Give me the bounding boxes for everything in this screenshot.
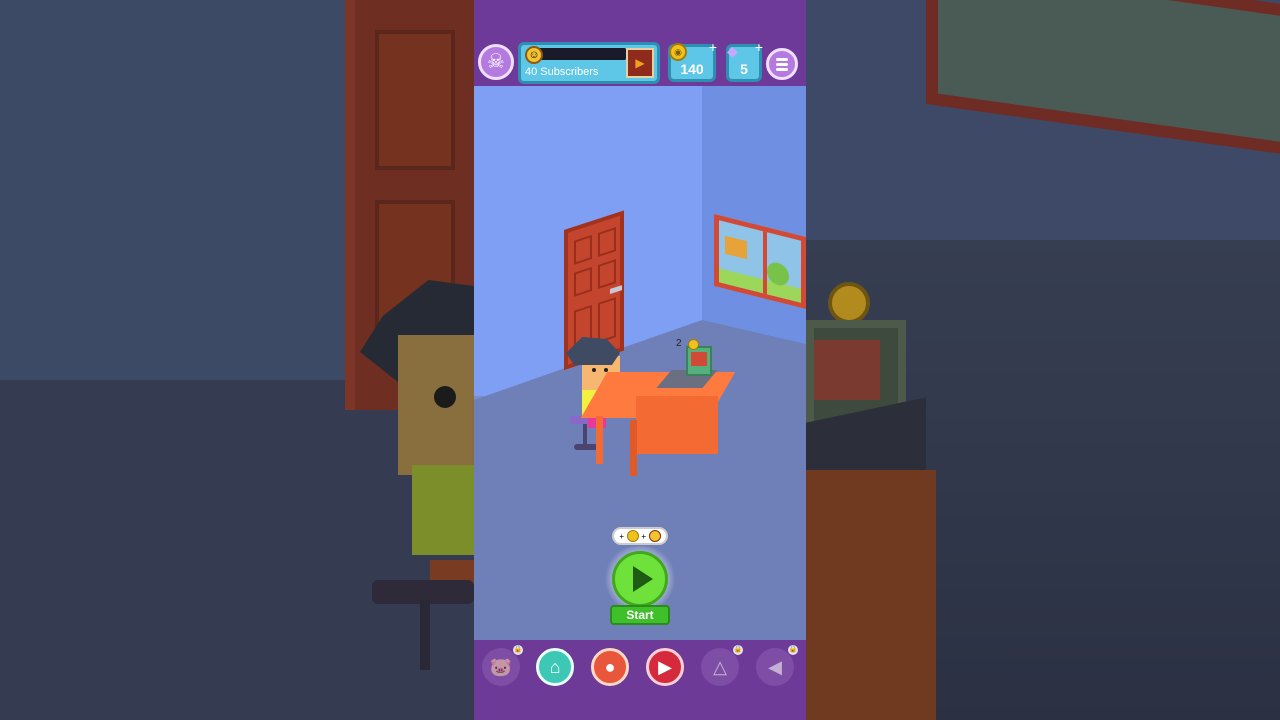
subscribers-panel[interactable]: ☺ 40 Subscribers ▶ xyxy=(518,42,660,84)
add-coins-icon[interactable]: + xyxy=(707,40,719,54)
play-icon xyxy=(633,566,653,592)
subscriber-progress-bar xyxy=(535,48,627,60)
background-left xyxy=(0,0,474,720)
bg-laptop-screen xyxy=(814,340,880,400)
door-panel xyxy=(574,266,592,297)
videos-button[interactable]: ▶ xyxy=(646,648,684,686)
gems-panel[interactable]: ◆ 5 + xyxy=(726,40,765,82)
plus-text: + xyxy=(641,531,646,541)
laptop-reward-count: 2 xyxy=(676,338,682,349)
add-gems-icon[interactable]: + xyxy=(753,40,765,54)
door-panel xyxy=(574,234,592,265)
lock-icon: 🔒 xyxy=(512,644,524,656)
bg-chair-leg xyxy=(420,600,430,670)
bg-desk xyxy=(806,470,936,720)
game-viewport: ☠ ☺ 40 Subscribers ▶ ◉ 140 + ◆ 5 + 2 + +… xyxy=(474,0,806,720)
shop-button[interactable]: ⌂ xyxy=(536,648,574,686)
window-frame-bar xyxy=(763,231,767,295)
pig-icon: 🐷 xyxy=(489,656,513,677)
coins-panel[interactable]: ◉ 140 + xyxy=(668,40,719,82)
coins-value: 140 xyxy=(680,61,704,77)
hamburger-menu-icon xyxy=(776,63,788,66)
plus-text: + xyxy=(619,531,624,541)
door-handle xyxy=(610,285,622,295)
bg-character-face xyxy=(398,335,474,475)
hamburger-menu-icon xyxy=(776,58,788,61)
subscribers-count: 40 Subscribers xyxy=(525,66,599,78)
gem-icon: ◆ xyxy=(727,43,738,59)
menu-button[interactable] xyxy=(766,48,798,80)
laptop[interactable] xyxy=(686,346,712,376)
laptop-screen xyxy=(691,352,707,366)
desk-leg xyxy=(630,420,637,476)
view-coin-icon xyxy=(626,530,639,542)
door-panel xyxy=(598,227,616,257)
hanger-icon: △ xyxy=(713,656,727,677)
lock-icon: 🔒 xyxy=(787,644,799,656)
video-camera-icon: ● xyxy=(604,656,616,677)
subscriber-face-icon: ☺ xyxy=(525,46,543,64)
desk-front xyxy=(636,396,718,454)
bottom-nav-bar xyxy=(474,640,806,720)
megaphone-icon: ◀ xyxy=(768,656,782,677)
video-thumbnail-icon[interactable]: ▶ xyxy=(626,48,654,78)
door-panel xyxy=(598,259,616,289)
start-label[interactable]: Start xyxy=(610,605,670,625)
bg-character-eye xyxy=(434,386,456,408)
window-house xyxy=(725,235,747,260)
subscriber-face-icon xyxy=(648,530,661,542)
bg-door-panel xyxy=(375,30,455,170)
hamburger-menu-icon xyxy=(776,68,788,71)
view-coin-icon xyxy=(688,339,699,350)
profile-button[interactable]: ☠ xyxy=(478,44,514,80)
chair-base xyxy=(574,444,598,450)
record-button[interactable]: ● xyxy=(591,648,629,686)
skull-icon: ☠ xyxy=(487,51,505,73)
play-screen-icon: ▶ xyxy=(658,656,672,677)
shop-bag-icon: ⌂ xyxy=(549,656,561,677)
bg-character-shirt xyxy=(412,465,474,555)
bg-view-coin-icon xyxy=(828,282,870,324)
chair-post xyxy=(583,424,587,446)
desk-leg xyxy=(596,416,603,464)
lock-icon: 🔒 xyxy=(732,644,744,656)
start-reward-pill: + + xyxy=(612,527,668,545)
start-stream-button[interactable] xyxy=(612,551,668,607)
gems-value: 5 xyxy=(740,61,748,77)
character-eye xyxy=(592,368,596,372)
door-panel xyxy=(598,297,616,343)
view-coin-icon: ◉ xyxy=(669,43,687,61)
background-right xyxy=(806,0,1280,720)
